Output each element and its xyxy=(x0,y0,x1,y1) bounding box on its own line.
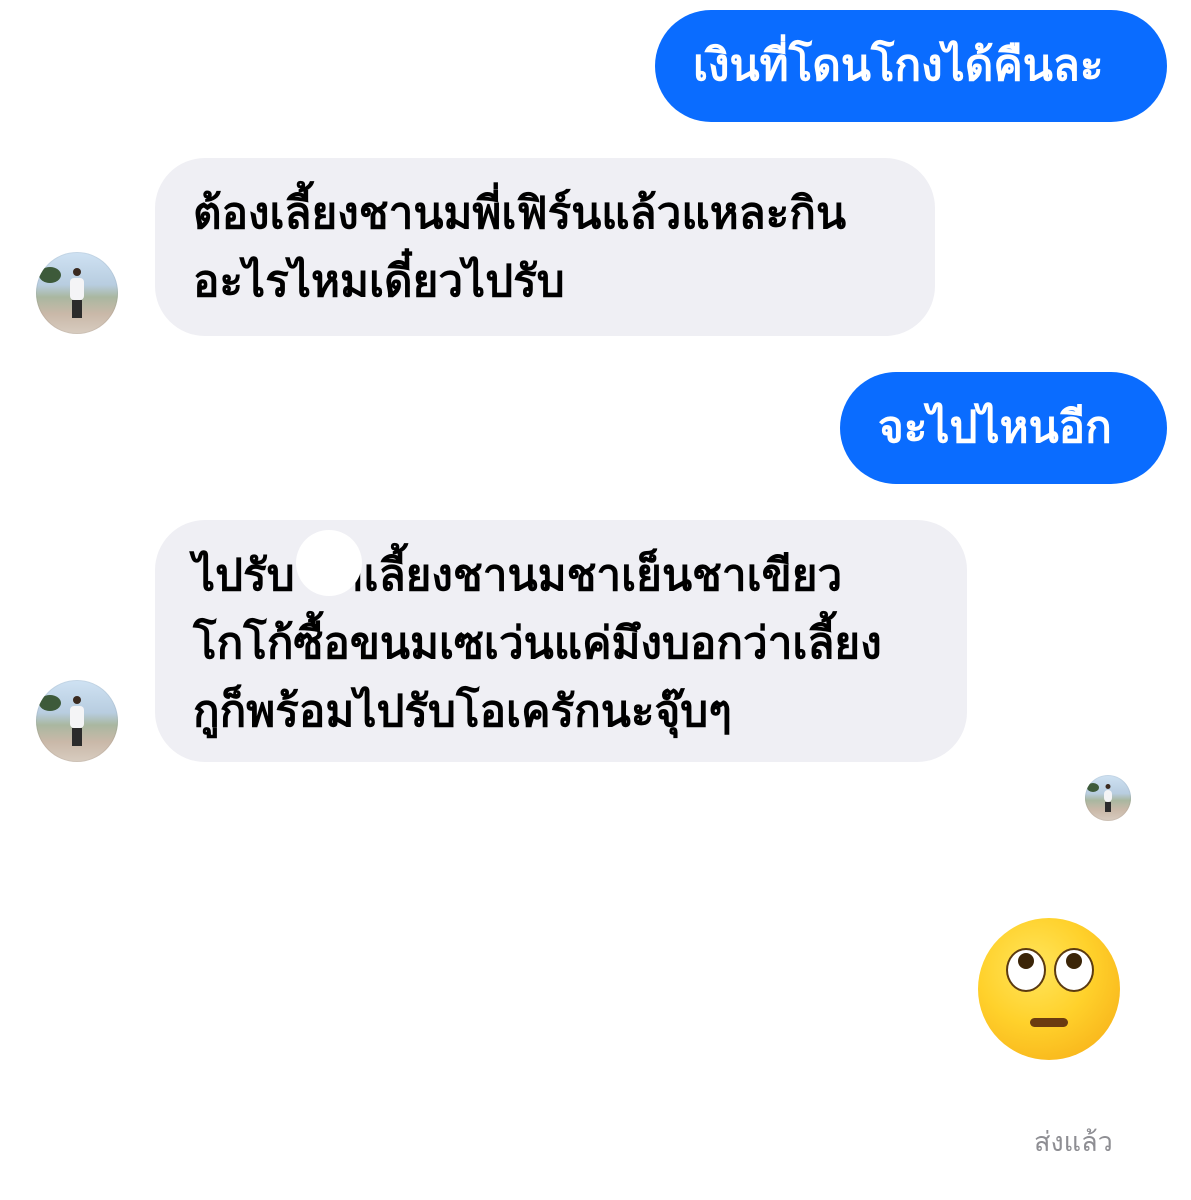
avatar-figure-body xyxy=(1104,789,1112,802)
message-line: ต้องเลี้ยงชานมพี่เฟิร์นแล้วแหละกิน xyxy=(193,188,847,239)
avatar-tree xyxy=(1086,783,1099,793)
message-line: อะไรไหมเดี๋ยวไปรับ xyxy=(193,256,565,307)
face-with-rolling-eyes-icon[interactable] xyxy=(978,918,1120,1060)
redaction-blot xyxy=(296,530,362,596)
avatar-figure-head xyxy=(73,268,81,277)
message-line: กูก็พร้อมไปรับโอเครักนะจุ๊บๆ xyxy=(193,686,732,737)
avatar-figure-legs xyxy=(72,727,82,746)
avatar-figure-head xyxy=(73,696,81,705)
message-text: จะไปไหนอีก xyxy=(878,402,1112,453)
avatar-figure-body xyxy=(70,278,84,301)
message-bubble-sent[interactable]: จะไปไหนอีก xyxy=(840,372,1167,484)
avatar-figure-legs xyxy=(72,299,82,318)
emoji-mouth xyxy=(1030,1018,1068,1027)
emoji-left-pupil xyxy=(1018,953,1034,969)
contact-avatar[interactable] xyxy=(36,680,118,762)
message-status: ส่งแล้ว xyxy=(1034,1127,1113,1158)
avatar-tree xyxy=(39,266,62,283)
message-line: โกโก้ซื้อขนมเซเว่นแค่มึงบอกว่าเลี้ยง xyxy=(193,618,882,669)
avatar-figure-body xyxy=(70,706,84,729)
message-text: เงินที่โดนโกงได้คืนละ xyxy=(693,40,1104,91)
avatar-tree xyxy=(39,694,62,711)
message-bubble-received[interactable]: ไปรับ มาเลี้ยงชานมชาเย็นชาเขียว โกโก้ซื้… xyxy=(155,520,967,762)
read-receipt-avatar xyxy=(1085,775,1131,821)
message-bubble-sent[interactable]: เงินที่โดนโกงได้คืนละ xyxy=(655,10,1167,122)
emoji-right-eye xyxy=(1054,948,1094,992)
contact-avatar[interactable] xyxy=(36,252,118,334)
emoji-right-pupil xyxy=(1066,953,1082,969)
message-bubble-received[interactable]: ต้องเลี้ยงชานมพี่เฟิร์นแล้วแหละกิน อะไรไ… xyxy=(155,158,935,336)
avatar-figure-head xyxy=(1105,784,1111,790)
emoji-left-eye xyxy=(1006,948,1046,992)
avatar-figure-legs xyxy=(1105,801,1111,812)
